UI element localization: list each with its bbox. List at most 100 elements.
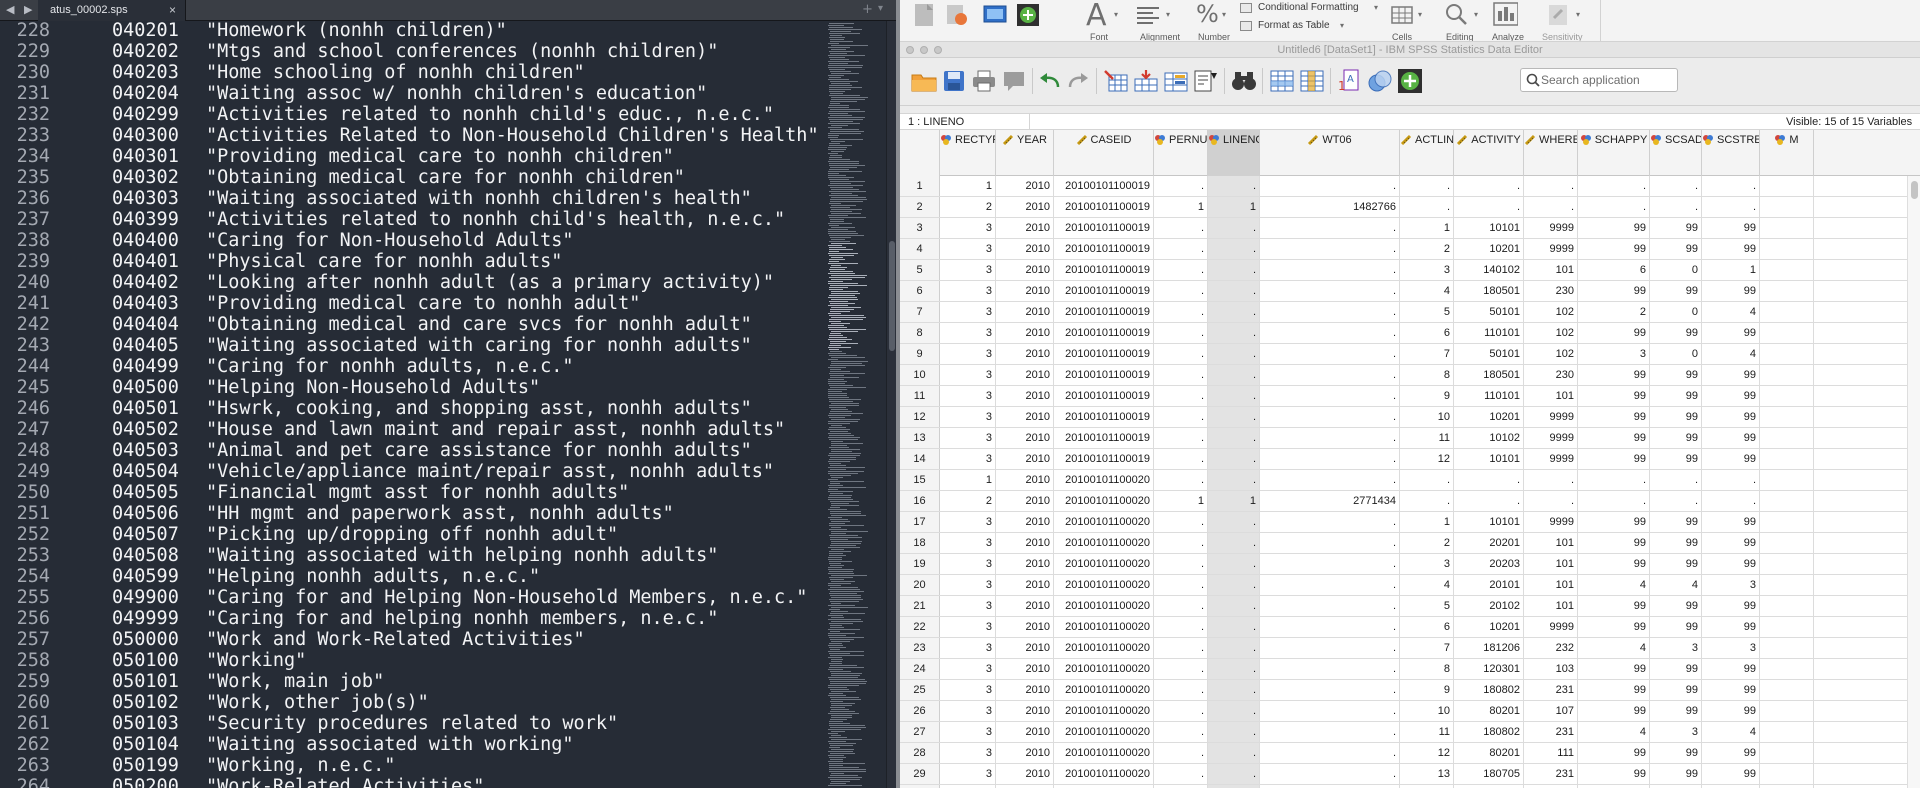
cell-pernum[interactable]: . <box>1154 701 1208 721</box>
cell-activity[interactable]: . <box>1454 176 1524 196</box>
cell-scsad[interactable]: 99 <box>1650 428 1702 448</box>
cell-lineno[interactable]: . <box>1208 176 1260 196</box>
editor-scrollbar-thumb[interactable] <box>889 241 895 351</box>
cell-wt06[interactable]: . <box>1260 575 1400 595</box>
cell-scsad[interactable]: 99 <box>1650 680 1702 700</box>
cell-lineno[interactable]: . <box>1208 680 1260 700</box>
cell-scsad[interactable]: 99 <box>1650 533 1702 553</box>
cell-lineno[interactable]: . <box>1208 386 1260 406</box>
cell-caseid[interactable]: 20100101100019 <box>1054 281 1154 301</box>
code-line[interactable]: 248 040503 "Animal and pet care assistance… <box>0 440 826 461</box>
cell-lineno[interactable]: . <box>1208 260 1260 280</box>
cell-m[interactable] <box>1760 764 1814 784</box>
cell-rectype[interactable]: 3 <box>940 449 996 469</box>
cell-wt06[interactable]: . <box>1260 449 1400 469</box>
cell-caseid[interactable]: 20100101100019 <box>1054 197 1154 217</box>
code-line[interactable]: 251 040506 "HH mgmt and paperwork asst, no… <box>0 503 826 524</box>
cell-scstress[interactable]: 4 <box>1702 344 1760 364</box>
cell-scsad[interactable]: . <box>1650 197 1702 217</box>
code-line[interactable]: 235 040302 "Obtaining medical care for non… <box>0 167 826 188</box>
cell-lineno[interactable]: . <box>1208 218 1260 238</box>
cell-activity[interactable]: 110101 <box>1454 323 1524 343</box>
tab-list-chevron-icon[interactable]: ▾ <box>878 3 883 14</box>
editor-scrollbar[interactable] <box>886 21 896 788</box>
cell-actline[interactable]: 12 <box>1400 743 1454 763</box>
go-to-variable-icon[interactable] <box>1132 67 1160 95</box>
cell-schappy[interactable]: 99 <box>1578 596 1650 616</box>
cell-scsad[interactable]: . <box>1650 470 1702 490</box>
cell-caseid[interactable]: 20100101100019 <box>1054 176 1154 196</box>
cell-lineno[interactable]: . <box>1208 596 1260 616</box>
cell-lineno[interactable]: . <box>1208 512 1260 532</box>
cell-where[interactable]: 111 <box>1524 743 1578 763</box>
cell-year[interactable]: 2010 <box>996 743 1054 763</box>
cell-wt06[interactable]: . <box>1260 386 1400 406</box>
cell-scsad[interactable]: 99 <box>1650 323 1702 343</box>
cell-m[interactable] <box>1760 701 1814 721</box>
cell-actline[interactable]: 4 <box>1400 281 1454 301</box>
cell-caseid[interactable]: 20100101100020 <box>1054 722 1154 742</box>
cell-year[interactable]: 2010 <box>996 449 1054 469</box>
cell-actline[interactable]: . <box>1400 491 1454 511</box>
cell-year[interactable]: 2010 <box>996 302 1054 322</box>
cell-wt06[interactable]: . <box>1260 638 1400 658</box>
cell-wt06[interactable]: . <box>1260 176 1400 196</box>
undo-icon[interactable] <box>1036 67 1064 95</box>
cell-schappy[interactable]: 99 <box>1578 407 1650 427</box>
cell-where[interactable]: 102 <box>1524 323 1578 343</box>
cell-year[interactable]: 2010 <box>996 428 1054 448</box>
cell-year[interactable]: 2010 <box>996 218 1054 238</box>
cell-schappy[interactable]: 99 <box>1578 281 1650 301</box>
cell-year[interactable]: 2010 <box>996 365 1054 385</box>
cell-lineno[interactable]: . <box>1208 701 1260 721</box>
extension-add-icon[interactable] <box>1396 67 1424 95</box>
code-line[interactable]: 240 040402 "Looking after nonhh adult (as … <box>0 272 826 293</box>
cell-caseid[interactable]: 20100101100020 <box>1054 470 1154 490</box>
cell-rectype[interactable]: 3 <box>940 764 996 784</box>
cell-caseid[interactable]: 20100101100019 <box>1054 428 1154 448</box>
row-number[interactable]: 13 <box>900 428 940 448</box>
cell-scstress[interactable]: . <box>1702 176 1760 196</box>
cell-scstress[interactable]: 3 <box>1702 575 1760 595</box>
cell-scsad[interactable]: 0 <box>1650 302 1702 322</box>
cell-rectype[interactable]: 3 <box>940 281 996 301</box>
cell-lineno[interactable]: 1 <box>1208 197 1260 217</box>
cell-wt06[interactable]: . <box>1260 743 1400 763</box>
row-number[interactable]: 2 <box>900 197 940 217</box>
column-header-pernum[interactable]: PERNUM <box>1154 130 1208 176</box>
cell-where[interactable]: 9999 <box>1524 617 1578 637</box>
cell-activity[interactable]: 10201 <box>1454 407 1524 427</box>
editor-tab[interactable]: atus_00002.sps × <box>38 0 186 21</box>
cell-wt06[interactable]: . <box>1260 344 1400 364</box>
cell-schappy[interactable]: . <box>1578 176 1650 196</box>
cell-scstress[interactable]: 99 <box>1702 365 1760 385</box>
cell-lineno[interactable]: . <box>1208 764 1260 784</box>
cell-year[interactable]: 2010 <box>996 596 1054 616</box>
cell-rectype[interactable]: 3 <box>940 554 996 574</box>
cell-actline[interactable]: 5 <box>1400 302 1454 322</box>
cell-activity[interactable]: 110101 <box>1454 386 1524 406</box>
code-line[interactable]: 231 040204 "Waiting assoc w/ nonhh childre… <box>0 83 826 104</box>
cell-year[interactable]: 2010 <box>996 533 1054 553</box>
cell-schappy[interactable]: 3 <box>1578 344 1650 364</box>
cell-pernum[interactable]: . <box>1154 722 1208 742</box>
cell-where[interactable]: 9999 <box>1524 218 1578 238</box>
search-editing-icon[interactable] <box>1444 2 1470 28</box>
cell-m[interactable] <box>1760 323 1814 343</box>
column-header-where[interactable]: WHERE <box>1524 130 1578 176</box>
editing-dropdown-icon[interactable]: ▾ <box>1474 10 1478 19</box>
cell-schappy[interactable]: 99 <box>1578 365 1650 385</box>
cell-rectype[interactable]: 3 <box>940 680 996 700</box>
cell-rectype[interactable]: 3 <box>940 617 996 637</box>
cell-scsad[interactable]: 99 <box>1650 596 1702 616</box>
row-number[interactable]: 11 <box>900 386 940 406</box>
cell-wt06[interactable]: . <box>1260 554 1400 574</box>
number-dropdown-icon[interactable]: ▾ <box>1222 10 1226 19</box>
cell-caseid[interactable]: 20100101100020 <box>1054 512 1154 532</box>
cell-caseid[interactable]: 20100101100020 <box>1054 659 1154 679</box>
find-binoculars-icon[interactable] <box>1230 67 1258 95</box>
sensitivity-dropdown-icon[interactable]: ▾ <box>1576 10 1580 19</box>
code-line[interactable]: 254 040599 "Helping nonhh adults, n.e.c." <box>0 566 826 587</box>
cell-schappy[interactable]: 99 <box>1578 764 1650 784</box>
cell-rectype[interactable]: 1 <box>940 470 996 490</box>
